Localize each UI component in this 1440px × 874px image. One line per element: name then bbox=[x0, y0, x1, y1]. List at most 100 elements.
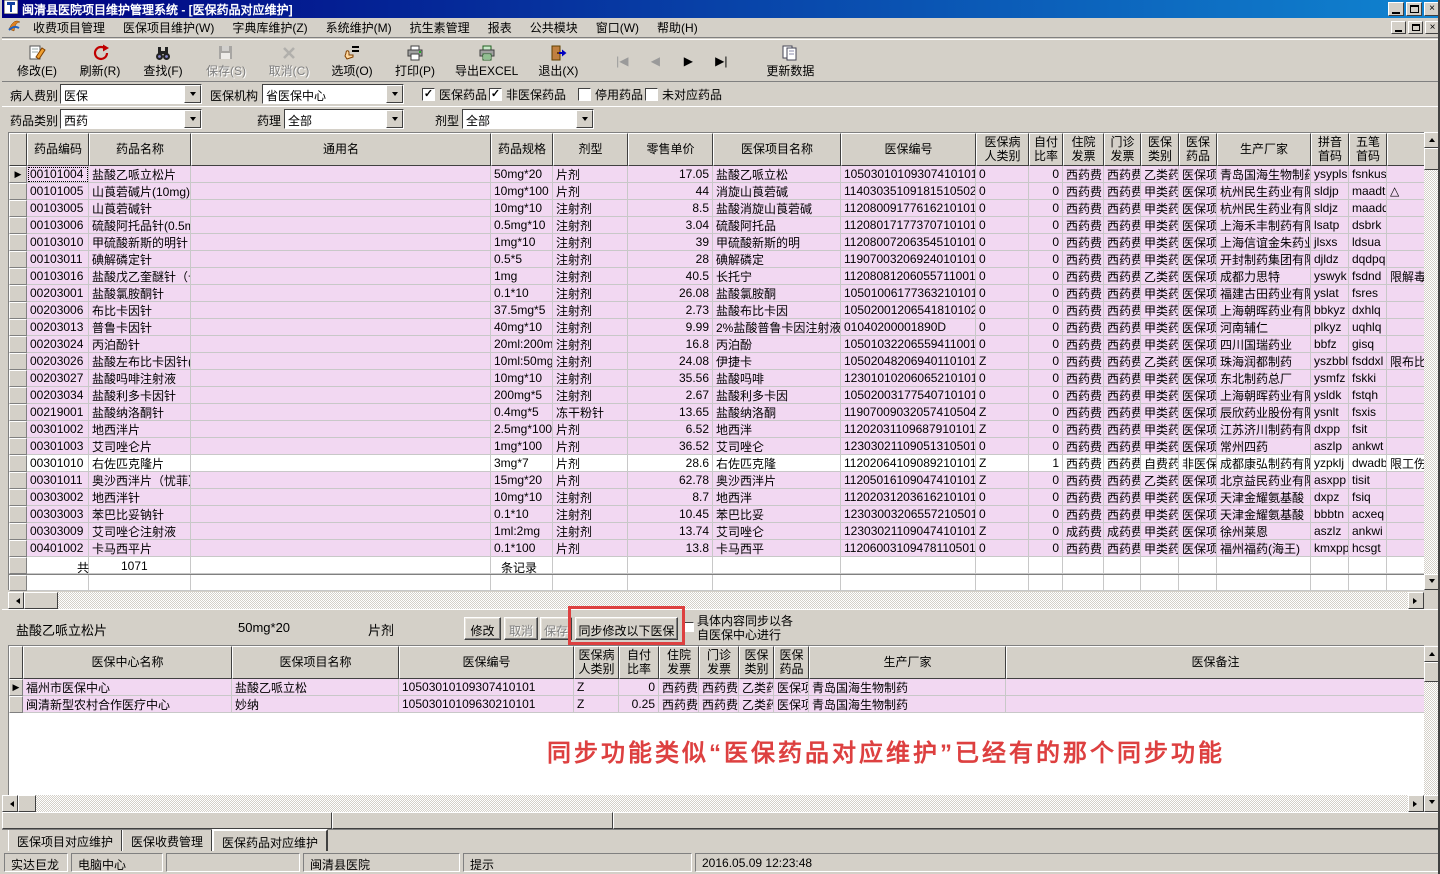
cell[interactable]: 西药费 bbox=[1104, 336, 1141, 353]
cell[interactable]: 碘解磷定针 bbox=[89, 251, 191, 268]
column-header[interactable]: 生产厂家 bbox=[1217, 133, 1311, 166]
cell[interactable]: 布比卡因针 bbox=[89, 302, 191, 319]
cell[interactable] bbox=[191, 319, 491, 336]
cell[interactable]: 伊捷卡 bbox=[713, 353, 841, 370]
cell[interactable]: 苯巴比妥钠针 bbox=[89, 506, 191, 523]
cell[interactable]: 山莨菪碱片(10mg) bbox=[89, 183, 191, 200]
cell[interactable]: 甲硫酸新斯的明针 bbox=[89, 234, 191, 251]
pharmacology-select[interactable]: 全部 bbox=[284, 109, 404, 129]
cell[interactable]: 17.05 bbox=[628, 166, 713, 183]
cell[interactable]: 开封制药集团有限 bbox=[1217, 251, 1311, 268]
cell[interactable]: 西药费 bbox=[659, 696, 699, 713]
cell[interactable] bbox=[1387, 523, 1425, 540]
cell[interactable]: 苯巴比妥 bbox=[713, 506, 841, 523]
cell[interactable]: 医保项目 bbox=[774, 679, 809, 696]
cell[interactable]: 12301010206065210101 bbox=[841, 370, 976, 387]
cell[interactable]: 盐酸布比卡因 bbox=[713, 302, 841, 319]
table-row[interactable]: 闽清新型农村合作医疗中心 妙纳 10503010109630210101 Z 0.25 西… bbox=[9, 696, 1425, 713]
cell[interactable]: 西药费 bbox=[1104, 370, 1141, 387]
cell[interactable]: lsatp bbox=[1311, 217, 1349, 234]
cell[interactable]: 00301002 bbox=[27, 421, 89, 438]
table-row[interactable]: 00301011 奥沙西泮片（忧菲） 15mg*20 片剂 62.78 奥沙西泮片 1120… bbox=[9, 472, 1425, 489]
cell[interactable]: 甲类药 bbox=[1141, 336, 1179, 353]
cell[interactable]: 西药费 bbox=[1104, 183, 1141, 200]
cell[interactable]: 辰欣药业股份有限 bbox=[1217, 404, 1311, 421]
cell[interactable] bbox=[1179, 575, 1217, 591]
cell[interactable]: 00103006 bbox=[27, 217, 89, 234]
cell[interactable]: 西药费 bbox=[1063, 404, 1104, 421]
cell[interactable]: 片剂 bbox=[553, 183, 628, 200]
cell[interactable]: 16.8 bbox=[628, 336, 713, 353]
scrollbar-track[interactable] bbox=[1424, 682, 1438, 795]
cell[interactable]: 上海信谊金朱药业 bbox=[1217, 234, 1311, 251]
cell[interactable]: tisit bbox=[1349, 472, 1387, 489]
cell[interactable]: 医保项目 bbox=[1179, 234, 1217, 251]
cell[interactable]: 甲类药 bbox=[1141, 183, 1179, 200]
cell[interactable]: 11208081206055711001 bbox=[841, 268, 976, 285]
cell[interactable]: 0.4mg*5 bbox=[491, 404, 553, 421]
cell[interactable]: fsiq bbox=[1349, 489, 1387, 506]
menu-item-5[interactable]: 报表 bbox=[479, 17, 521, 38]
table-row[interactable]: 00303009 艾司唑仑注射液 1ml:2mg 注射剂 13.74 艾司唑仑 123030… bbox=[9, 523, 1425, 540]
cell[interactable]: 西药费 bbox=[1063, 540, 1104, 557]
cell[interactable]: jlsxs bbox=[1311, 234, 1349, 251]
cell[interactable]: 医保项目 bbox=[1179, 404, 1217, 421]
cell[interactable]: 甲硫酸新斯的明 bbox=[713, 234, 841, 251]
cell[interactable] bbox=[191, 387, 491, 404]
cell[interactable]: 1mg bbox=[491, 268, 553, 285]
cell[interactable]: 40.5 bbox=[628, 268, 713, 285]
row-selector[interactable] bbox=[9, 421, 27, 438]
cell[interactable] bbox=[1387, 575, 1425, 591]
cell[interactable]: 0 bbox=[976, 540, 1029, 557]
cell[interactable]: 00301003 bbox=[27, 438, 89, 455]
cell[interactable]: uqhlq bbox=[1349, 319, 1387, 336]
table-row[interactable] bbox=[9, 557, 1425, 574]
cell[interactable]: 艾司唑仑片 bbox=[89, 438, 191, 455]
cell[interactable] bbox=[1387, 421, 1425, 438]
cell[interactable]: 0.5mg*10 bbox=[491, 217, 553, 234]
table-row[interactable]: 00103011 碘解磷定针 0.5*5 注射剂 28 碘解磷定 1190700320692… bbox=[9, 251, 1425, 268]
cell[interactable]: Z bbox=[574, 679, 619, 696]
patient-fee-select[interactable]: 医保 bbox=[60, 84, 202, 104]
cell[interactable]: 00203006 bbox=[27, 302, 89, 319]
cell[interactable]: 医保项目 bbox=[1179, 387, 1217, 404]
column-header[interactable]: 医保中心名称 bbox=[23, 646, 232, 679]
cell[interactable] bbox=[191, 251, 491, 268]
cell[interactable]: sldjz bbox=[1311, 200, 1349, 217]
cell[interactable]: 00203034 bbox=[27, 387, 89, 404]
column-header[interactable]: 门诊 发票 bbox=[1104, 133, 1141, 166]
print-button[interactable]: 打印(P) bbox=[392, 41, 438, 81]
cell[interactable]: 盐酸氯胺酮针 bbox=[89, 285, 191, 302]
cell[interactable]: 00203013 bbox=[27, 319, 89, 336]
column-header[interactable]: 拼音 首码 bbox=[1311, 133, 1349, 166]
cell[interactable]: 0 bbox=[1029, 183, 1063, 200]
column-header[interactable]: 自付 比率 bbox=[1029, 133, 1063, 166]
cell[interactable]: 10503010109307410101 bbox=[399, 679, 574, 696]
cell[interactable]: 盐酸左布比卡因针(佰 bbox=[89, 353, 191, 370]
cell[interactable]: 成药费 bbox=[1063, 523, 1104, 540]
cell[interactable]: 西药费 bbox=[699, 696, 739, 713]
cell[interactable]: 01040200001890D bbox=[841, 319, 976, 336]
cell[interactable]: ysnlt bbox=[1311, 404, 1349, 421]
cell[interactable]: 医保项目 bbox=[1179, 370, 1217, 387]
cell[interactable]: 西药费 bbox=[1104, 217, 1141, 234]
cell[interactable]: dwadb bbox=[1349, 455, 1387, 472]
cell[interactable]: 00101005 bbox=[27, 183, 89, 200]
cell[interactable]: 西药费 bbox=[1104, 404, 1141, 421]
column-header[interactable]: 药品规格 bbox=[491, 133, 553, 166]
cell[interactable]: 37.5mg*5 bbox=[491, 302, 553, 319]
cell[interactable]: 9.99 bbox=[628, 319, 713, 336]
column-header[interactable]: 通用名 bbox=[191, 133, 491, 166]
column-header[interactable]: 生产厂家 bbox=[809, 646, 1006, 679]
chevron-down-icon[interactable] bbox=[386, 85, 403, 103]
row-selector[interactable]: ▶ bbox=[9, 679, 23, 696]
cell[interactable]: 1mg*10 bbox=[491, 234, 553, 251]
cell[interactable]: 乙类药 bbox=[1141, 472, 1179, 489]
menu-item-1[interactable]: 医保项目维护(W) bbox=[114, 17, 223, 38]
cell[interactable]: fsddxl bbox=[1349, 353, 1387, 370]
cell[interactable]: 00203027 bbox=[27, 370, 89, 387]
row-selector[interactable] bbox=[9, 251, 27, 268]
cell[interactable]: 0.5*5 bbox=[491, 251, 553, 268]
cell[interactable]: 注射剂 bbox=[553, 268, 628, 285]
export-excel-button[interactable]: 导出EXCEL bbox=[455, 41, 518, 81]
